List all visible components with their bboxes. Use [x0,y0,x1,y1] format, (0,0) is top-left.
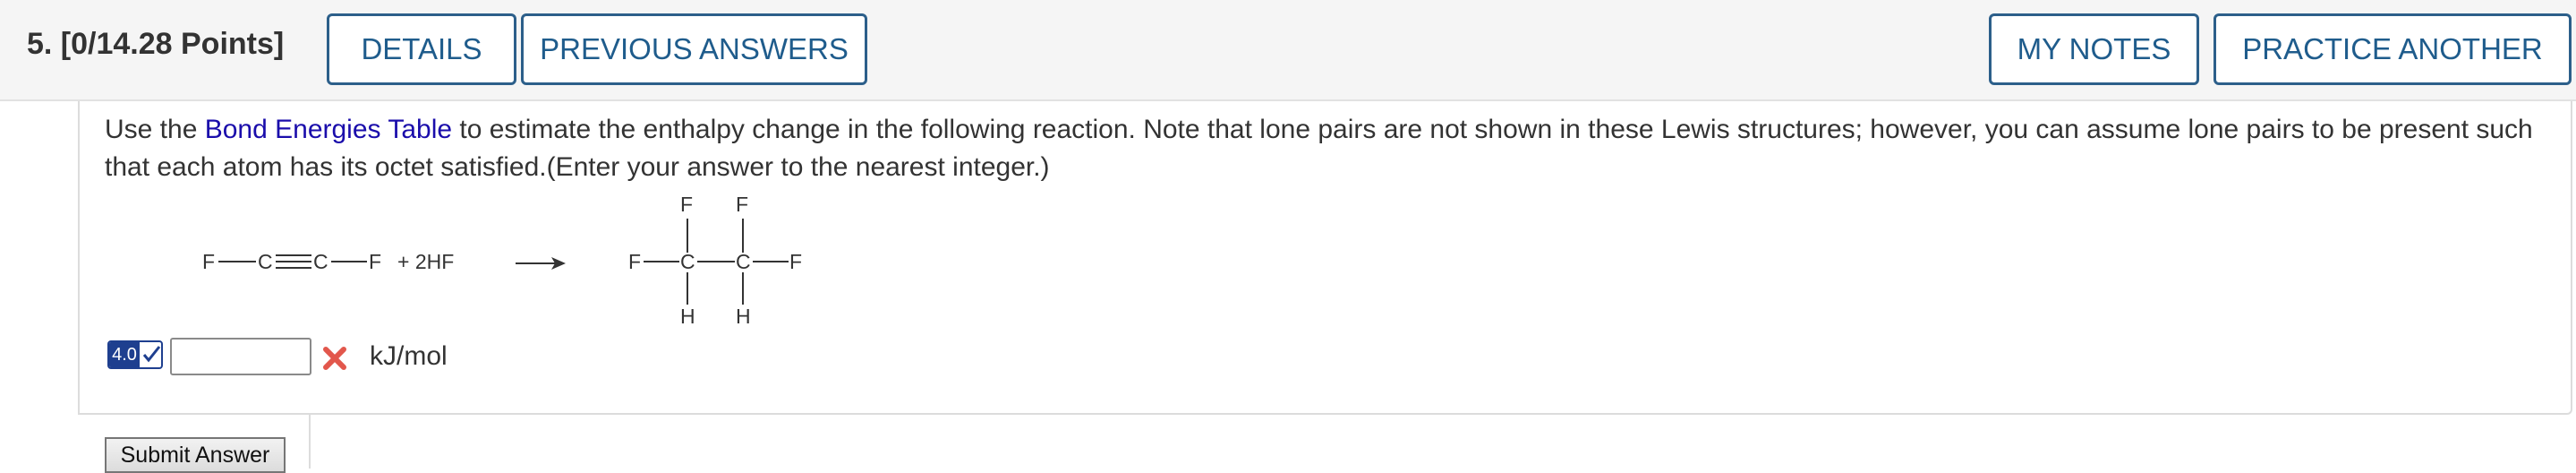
reactant-structure: F C C F + 2HF [202,250,454,273]
details-button[interactable]: DETAILS [327,13,516,85]
question-prompt: Use the Bond Energies Table to estimate … [105,111,2548,186]
triple-bond [276,254,311,269]
prompt-suffix: to estimate the enthalpy change in the f… [105,115,2533,182]
submit-answer-button[interactable]: Submit Answer [105,437,286,473]
question-header: 5. [0/14.28 Points] DETAILS PREVIOUS ANS… [0,0,2576,101]
product-chain-f1: F [628,250,641,273]
badge-value: 4.0 [109,342,140,367]
reaction-arrow [516,257,566,270]
question-number-points: 5. [0/14.28 Points] [27,27,285,61]
unit-label: kJ/mol [370,341,448,371]
my-notes-button[interactable]: MY NOTES [1989,13,2199,85]
prompt-prefix: Use the [105,115,205,144]
product-bottom-h1: H [680,305,695,325]
product-chain-f2: F [789,250,802,273]
reactant-atom-f2: F [369,250,381,273]
product-top-f1: F [680,193,693,216]
product-top-f2: F [736,193,748,216]
answer-input[interactable] [170,338,311,375]
product-chain-c2: C [736,250,751,273]
product-chain-c1: C [680,250,695,273]
practice-another-button[interactable]: PRACTICE ANOTHER [2213,13,2572,85]
product-structure: F F F C C F H H [628,193,802,325]
bond-energies-table-link[interactable]: Bond Energies Table [205,115,452,144]
checkmark-icon [142,346,161,363]
answer-row: 4.0 kJ/mol [103,336,640,381]
coreactant-label: + 2HF [397,250,454,273]
previous-answers-button[interactable]: PREVIOUS ANSWERS [521,13,867,85]
reactant-atom-f1: F [202,250,215,273]
submission-badge[interactable]: 4.0 [107,340,163,369]
question-panel-lower [309,415,2572,469]
reaction-diagram: F C C F + 2HF F F F C C F H H [202,193,802,325]
product-bottom-h2: H [736,305,751,325]
reactant-atom-c2: C [313,250,328,273]
reactant-atom-c1: C [258,250,273,273]
incorrect-x-icon [323,347,346,370]
